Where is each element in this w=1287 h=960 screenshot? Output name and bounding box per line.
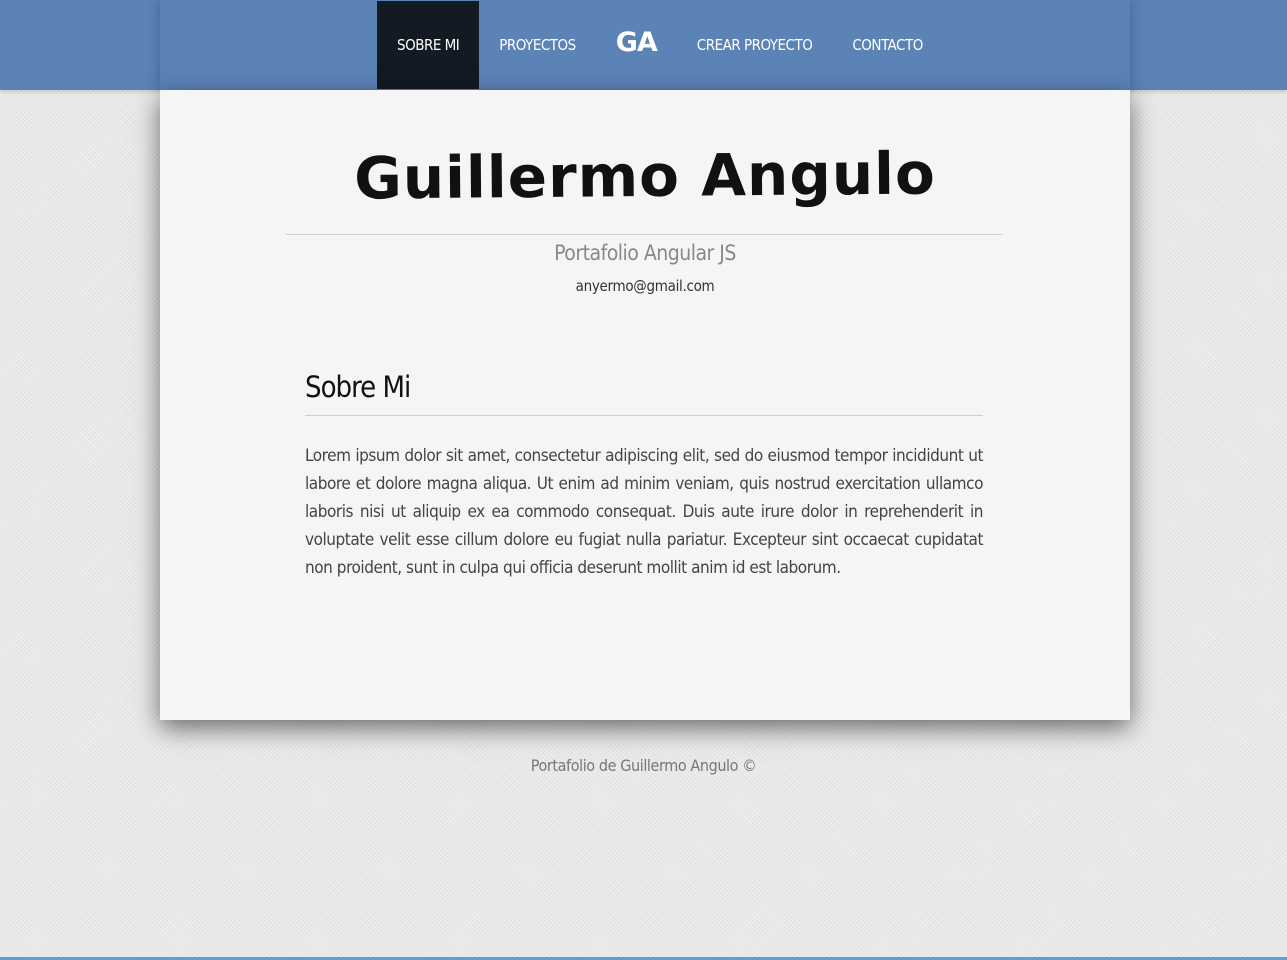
page-subtitle: Portafolio Angular JS [554,241,736,265]
content-card: Guillermo Angulo Portafolio Angular JS a… [160,90,1130,720]
footer-text: Portafolio de Guillermo Angulo © [530,756,757,775]
nav-item-sobre-mi[interactable]: SOBRE MI [377,1,480,89]
section-heading: Sobre Mi [305,370,411,404]
section-divider [305,415,983,416]
site-logo[interactable]: GA [596,0,677,89]
title-divider [286,234,1003,235]
contact-email: anyermo@gmail.com [575,277,715,295]
nav-item-contacto[interactable]: CONTACTO [832,1,942,89]
section-body: Lorem ipsum dolor sit amet, consectetur … [305,446,983,578]
nav-item-proyectos[interactable]: PROYECTOS [479,1,595,89]
main-nav: SOBRE MI PROYECTOS GA CREAR PROYECTO CON… [377,1,943,89]
nav-item-crear-proyecto[interactable]: CREAR PROYECTO [677,1,833,89]
page-title: Guillermo Angulo [353,139,937,213]
